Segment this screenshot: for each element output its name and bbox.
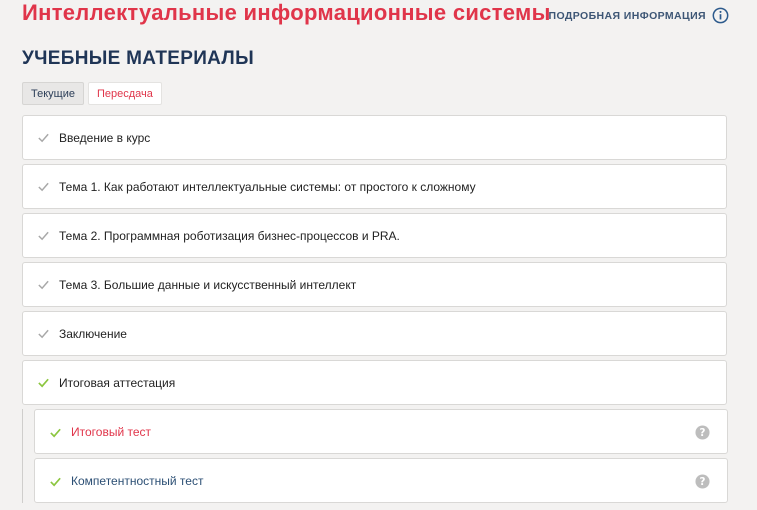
tab-bar: Текущие Пересдача — [22, 82, 162, 105]
check-icon — [38, 231, 49, 241]
help-circle-icon[interactable]: ? — [695, 474, 710, 489]
check-icon — [38, 378, 49, 388]
list-item-label: Тема 3. Большие данные и искусственный и… — [59, 277, 357, 292]
check-icon — [50, 477, 61, 487]
help-circle-icon[interactable]: ? — [695, 425, 710, 440]
subitem-competence-test[interactable]: Компетентностный тест ? — [34, 458, 728, 503]
list-item-intro[interactable]: Введение в курс — [22, 115, 727, 160]
list-item-label: Итоговая аттестация — [59, 375, 176, 390]
final-attestation-subitems: Итоговый тест ? Компетентностный тест ? — [22, 409, 728, 503]
list-item-label: Тема 2. Программная роботизация бизнес-п… — [59, 228, 400, 243]
section-title: УЧЕБНЫЕ МАТЕРИАЛЫ — [22, 48, 254, 69]
svg-text:?: ? — [700, 476, 706, 488]
page: Интеллектуальные информационные системы … — [0, 0, 757, 510]
subitem-label: Компетентностный тест — [71, 474, 204, 488]
more-info-link[interactable]: ПОДРОБНАЯ ИНФОРМАЦИЯ — [549, 7, 729, 24]
check-icon — [38, 329, 49, 339]
info-circle-icon — [712, 7, 729, 24]
list-item-label: Заключение — [59, 326, 127, 341]
list-item-topic-3[interactable]: Тема 3. Большие данные и искусственный и… — [22, 262, 727, 307]
list-item-topic-1[interactable]: Тема 1. Как работают интеллектуальные си… — [22, 164, 727, 209]
check-icon — [38, 280, 49, 290]
list-item-label: Введение в курс — [59, 130, 151, 145]
materials-list: Введение в курс Тема 1. Как работают инт… — [22, 115, 728, 507]
check-icon — [38, 182, 49, 192]
subitem-final-test[interactable]: Итоговый тест ? — [34, 409, 728, 454]
list-item-final-attestation[interactable]: Итоговая аттестация — [22, 360, 727, 405]
more-info-label: ПОДРОБНАЯ ИНФОРМАЦИЯ — [548, 9, 706, 22]
list-item-topic-2[interactable]: Тема 2. Программная роботизация бизнес-п… — [22, 213, 727, 258]
subitem-label: Итоговый тест — [71, 425, 152, 439]
course-title: Интеллектуальные информационные системы — [22, 0, 551, 25]
check-icon — [38, 133, 49, 143]
tab-retake[interactable]: Пересдача — [87, 82, 162, 105]
tab-current[interactable]: Текущие — [22, 82, 84, 105]
list-item-label: Тема 1. Как работают интеллектуальные си… — [59, 179, 476, 194]
list-item-conclusion[interactable]: Заключение — [22, 311, 727, 356]
check-icon — [50, 428, 61, 438]
svg-text:?: ? — [700, 427, 706, 439]
